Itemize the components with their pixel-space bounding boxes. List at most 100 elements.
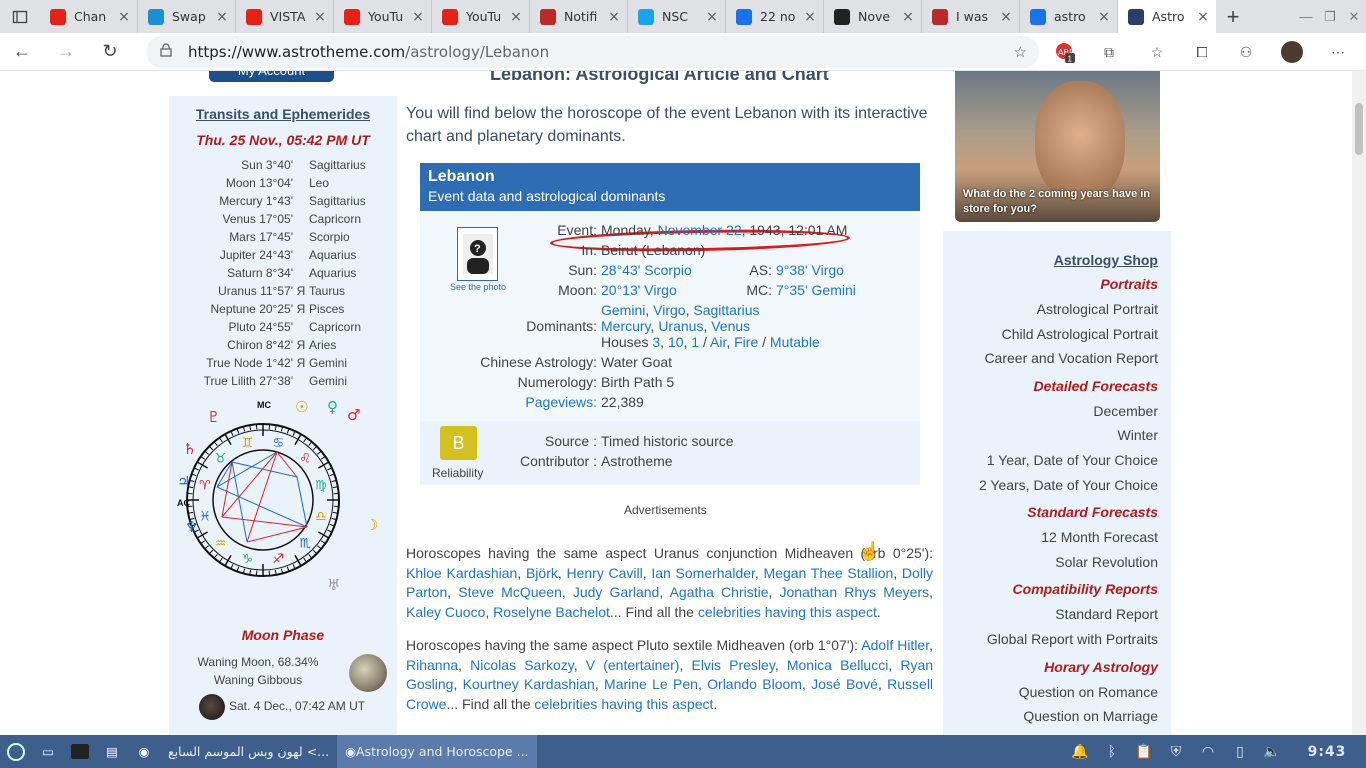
- dom-sign-link[interactable]: Gemini: [601, 302, 645, 318]
- browser-tab[interactable]: YouTu ×: [432, 0, 530, 33]
- browser-tab[interactable]: I was ×: [922, 0, 1020, 33]
- close-tab-icon[interactable]: ×: [803, 9, 817, 25]
- battery-icon[interactable]: ▯: [1224, 744, 1256, 760]
- minimize-icon[interactable]: —: [1294, 9, 1318, 24]
- browser-tab[interactable]: Chan ×: [40, 0, 138, 33]
- share-icon[interactable]: ⚇: [1226, 33, 1266, 71]
- shop-item-link[interactable]: 2 Years, Date of Your Choice: [979, 477, 1158, 493]
- taskbar-window-button[interactable]: لهون وبس الموسم السابع <...: [160, 735, 337, 768]
- shop-item-link[interactable]: Career and Vocation Report: [984, 350, 1158, 366]
- terminal-icon[interactable]: [64, 735, 96, 768]
- celebrities-aspect-link[interactable]: celebrities having this aspect: [534, 696, 713, 712]
- close-tab-icon[interactable]: ×: [1097, 9, 1111, 25]
- browser-tab[interactable]: VISTA ×: [236, 0, 334, 33]
- shop-heading[interactable]: Astrology Shop: [1054, 252, 1158, 268]
- browser-tab[interactable]: Notifi ×: [530, 0, 628, 33]
- transits-heading[interactable]: Transits and Ephemerides: [169, 106, 397, 122]
- wifi-icon[interactable]: ◠: [1192, 744, 1224, 760]
- dom-sign-link[interactable]: Virgo: [653, 302, 685, 318]
- celebrity-link[interactable]: Rihanna: [406, 657, 458, 673]
- favorites-icon[interactable]: ☆: [1137, 33, 1177, 71]
- adblock-icon[interactable]: ABP 1: [1045, 33, 1085, 71]
- reload-button[interactable]: ↻: [88, 33, 132, 71]
- celebrities-aspect-link[interactable]: celebrities having this aspect: [698, 604, 877, 620]
- celebrity-link[interactable]: José Bové: [811, 676, 878, 692]
- clock[interactable]: 9:43: [1288, 744, 1366, 760]
- browser-tab[interactable]: Swap ×: [138, 0, 236, 33]
- taskbar-window-button[interactable]: ◉ Astrology and Horoscope ...: [337, 735, 537, 768]
- shop-item-link[interactable]: Standard Report: [1055, 606, 1158, 622]
- close-tab-icon[interactable]: ×: [313, 9, 327, 25]
- restore-icon[interactable]: ❐: [1318, 9, 1342, 25]
- file-manager-icon[interactable]: ▤: [96, 735, 128, 768]
- browser-tab[interactable]: astro ×: [1020, 0, 1118, 33]
- pageviews-link[interactable]: Pageviews:: [525, 394, 597, 410]
- new-tab-button[interactable]: +: [1216, 4, 1250, 30]
- dom-planet-link[interactable]: Venus: [711, 318, 750, 334]
- celebrity-link[interactable]: Khloe Kardashian: [406, 565, 517, 581]
- close-tab-icon[interactable]: ×: [411, 9, 425, 25]
- element-link[interactable]: Fire: [734, 334, 758, 350]
- celebrity-link[interactable]: Roselyne Bachelot: [493, 604, 610, 620]
- notifications-icon[interactable]: 🔔: [1064, 744, 1096, 760]
- browser-tab[interactable]: NSC ×: [628, 0, 726, 33]
- house-link[interactable]: 1: [691, 334, 699, 350]
- close-tab-icon[interactable]: ×: [1196, 9, 1210, 25]
- ad-banner[interactable]: What do the 2 coming years have in store…: [955, 71, 1160, 222]
- close-tab-icon[interactable]: ×: [607, 9, 621, 25]
- menu-icon[interactable]: ⋯: [1318, 33, 1358, 71]
- start-menu-icon[interactable]: [0, 735, 32, 768]
- page-scrollbar[interactable]: [1352, 71, 1366, 735]
- close-tab-icon[interactable]: ×: [215, 9, 229, 25]
- shop-item-link[interactable]: 1 Year, Date of Your Choice: [987, 452, 1158, 468]
- as-value[interactable]: 9°38' Virgo: [776, 262, 844, 278]
- shop-item-link[interactable]: Question on Romance: [1019, 684, 1158, 700]
- house-link[interactable]: 10: [668, 334, 684, 350]
- sun-value[interactable]: 28°43' Scorpio: [601, 262, 692, 278]
- edge-browser-icon[interactable]: ◉: [128, 735, 160, 768]
- celebrity-link[interactable]: Marine Le Pen: [604, 676, 698, 692]
- close-window-icon[interactable]: ✕: [1342, 9, 1366, 25]
- celebrity-link[interactable]: Adolf Hitler: [861, 637, 929, 653]
- back-button[interactable]: ←: [0, 33, 44, 71]
- close-tab-icon[interactable]: ×: [901, 9, 915, 25]
- shop-item-link[interactable]: Question on Marriage: [1023, 708, 1158, 724]
- celebrity-link[interactable]: Jonathan Rhys Meyers: [780, 584, 930, 600]
- shop-item-link[interactable]: Winter: [1118, 427, 1158, 443]
- shield-icon[interactable]: ⛨: [1160, 744, 1192, 760]
- extensions-icon[interactable]: ⧉: [1089, 33, 1129, 71]
- celebrity-link[interactable]: Ian Somerhalder: [651, 565, 755, 581]
- celebrity-link[interactable]: Elvis Presley: [691, 657, 774, 673]
- dom-planet-link[interactable]: Mercury: [601, 318, 651, 334]
- celebrity-link[interactable]: Nicolas Sarkozy: [470, 657, 574, 673]
- celebrity-link[interactable]: Agatha Christie: [670, 584, 769, 600]
- show-desktop-icon[interactable]: ▭: [32, 735, 64, 768]
- browser-tab[interactable]: 22 no ×: [726, 0, 824, 33]
- dom-planet-link[interactable]: Uranus: [658, 318, 703, 334]
- close-tab-icon[interactable]: ×: [705, 9, 719, 25]
- shop-item-link[interactable]: Solar Revolution: [1055, 554, 1158, 570]
- celebrity-link[interactable]: Orlando Bloom: [707, 676, 802, 692]
- close-tab-icon[interactable]: ×: [509, 9, 523, 25]
- celebrity-link[interactable]: Monica Bellucci: [787, 657, 889, 673]
- browser-tab[interactable]: Nove ×: [824, 0, 922, 33]
- shop-item-link[interactable]: Global Report with Portraits: [987, 631, 1158, 647]
- see-photo-link[interactable]: See the photo: [443, 282, 513, 292]
- url-field[interactable]: https://www.astrotheme.com/astrology/Leb…: [146, 36, 1039, 68]
- event-date-link[interactable]: November 22: [658, 222, 742, 238]
- house-link[interactable]: 3: [652, 334, 660, 350]
- dom-sign-link[interactable]: Sagittarius: [693, 302, 759, 318]
- collections-icon[interactable]: ⧠: [1182, 33, 1222, 71]
- close-tab-icon[interactable]: ×: [117, 9, 131, 25]
- reliability-badge[interactable]: B: [440, 426, 477, 460]
- celebrity-link[interactable]: Megan Thee Stallion: [764, 565, 894, 581]
- celebrity-link[interactable]: Kourtney Kardashian: [463, 676, 595, 692]
- my-account-button[interactable]: My Account: [209, 71, 334, 82]
- celebrity-link[interactable]: Kaley Cuoco: [406, 604, 485, 620]
- profile-avatar[interactable]: [1272, 33, 1312, 71]
- element-link[interactable]: Air: [710, 334, 726, 350]
- scrollbar-thumb[interactable]: [1355, 103, 1363, 155]
- volume-icon[interactable]: 🔈: [1256, 744, 1288, 760]
- transit-chart-wheel[interactable]: ♈ ♉ ♊ ♋ ♌ ♍ ♎ ♏ ♐ ♑ ♒ ♓ ☉ ♀ ♂ ♇ ♄ ♃ ♆ ☽ ♅ MC AC: [177, 392, 387, 612]
- celebrity-link[interactable]: Björk: [526, 565, 558, 581]
